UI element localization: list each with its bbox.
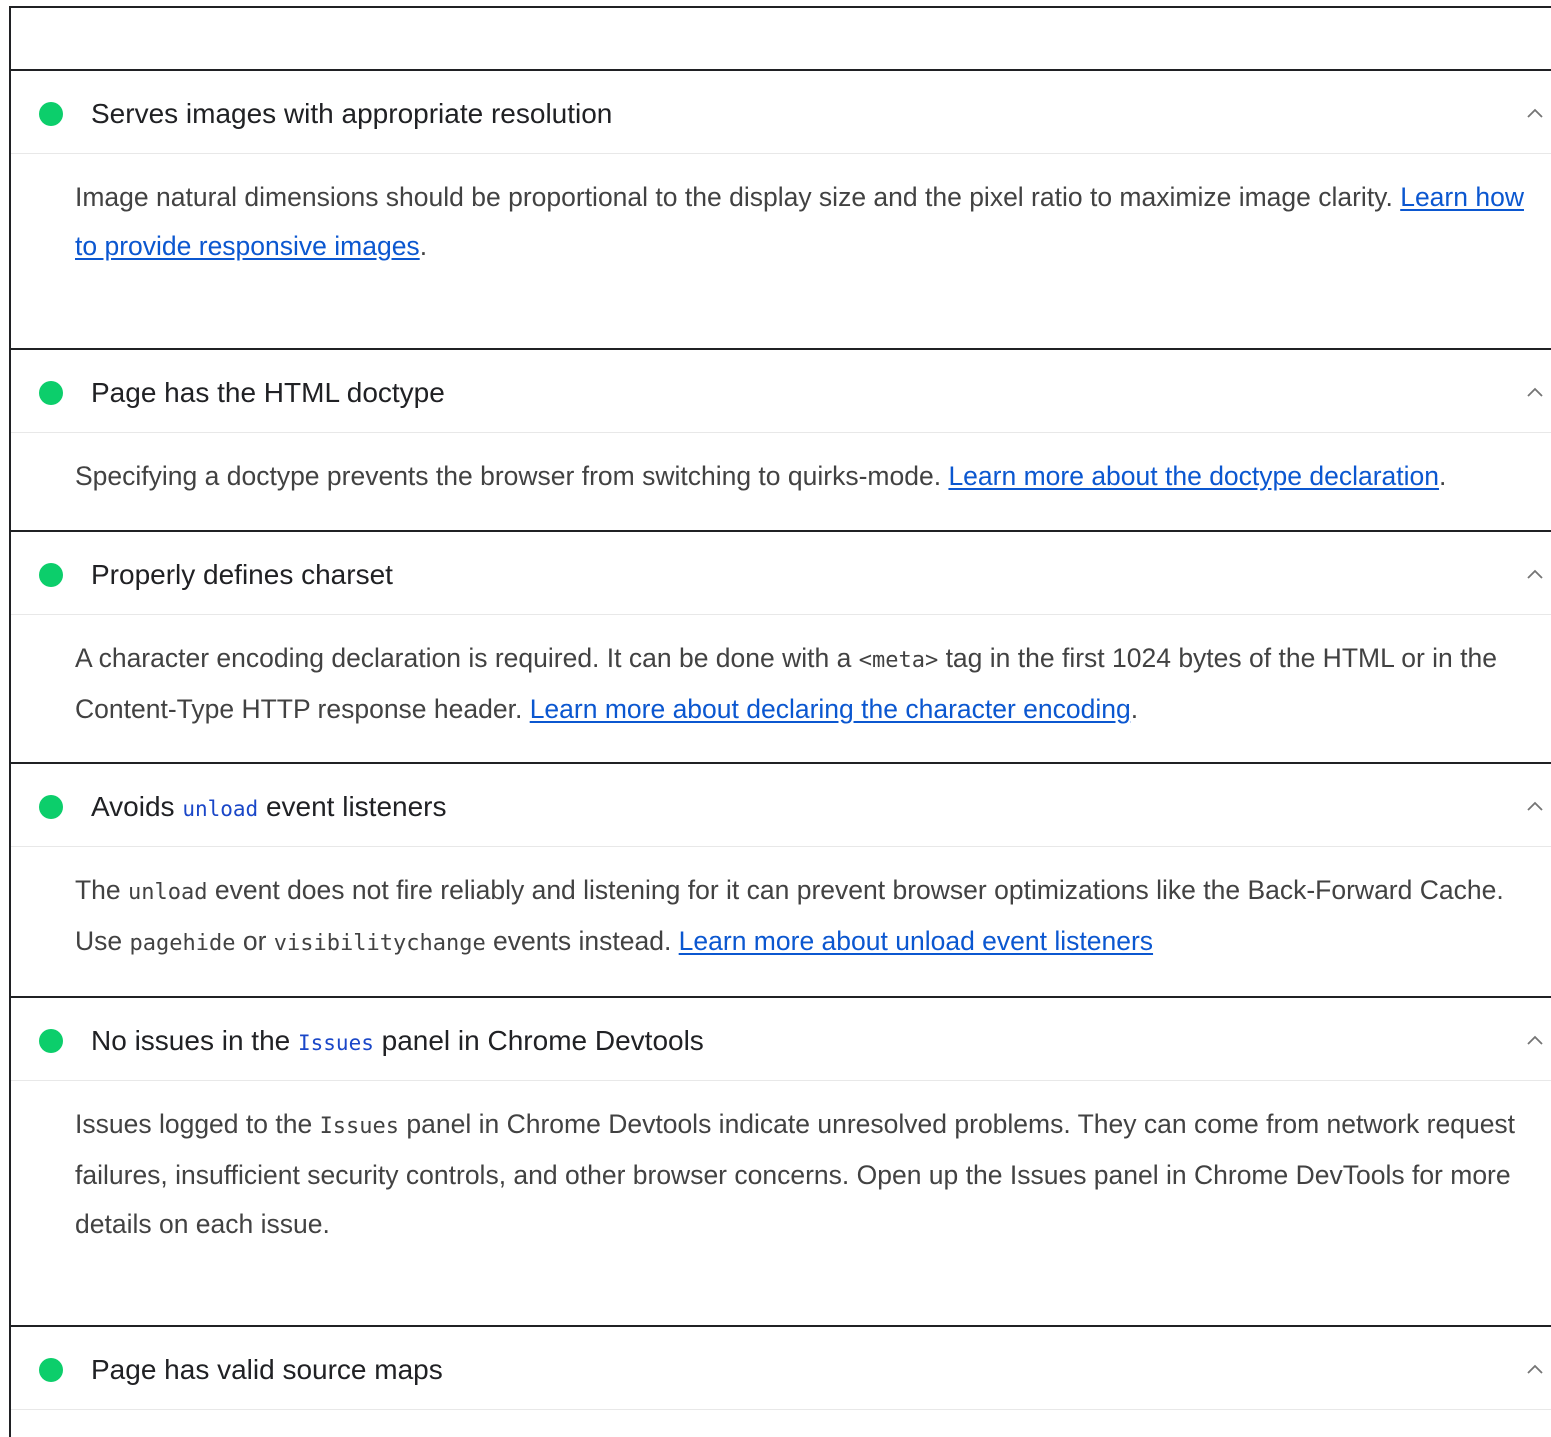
description-text: Specifying a doctype prevents the browse… — [75, 461, 949, 491]
audit-header[interactable]: Page has valid source maps — [11, 1327, 1551, 1409]
audit-avoids-unload-listeners: Avoids unload event listeners The unload… — [11, 762, 1551, 996]
audit-description: A character encoding declaration is requ… — [75, 634, 1545, 734]
description-text: . — [1439, 461, 1447, 491]
audit-serves-images-resolution: Serves images with appropriate resolutio… — [11, 69, 1551, 348]
pass-status-icon — [39, 102, 63, 126]
audit-title: Serves images with appropriate resolutio… — [91, 96, 612, 132]
header-separator — [11, 1080, 1551, 1081]
audit-header[interactable]: Page has the HTML doctype — [11, 350, 1551, 432]
header-separator — [11, 153, 1551, 154]
audit-title-text: Avoids — [91, 791, 183, 822]
audit-title-text: Page has the HTML doctype — [91, 377, 445, 408]
frame-top-border — [9, 6, 1551, 8]
inline-code: pagehide — [129, 931, 236, 956]
pass-status-icon — [39, 795, 63, 819]
audit-description: The unload event does not fire reliably … — [75, 866, 1545, 968]
description-text: . — [419, 231, 428, 261]
learn-more-link[interactable]: Learn more about declaring the character… — [530, 694, 1131, 724]
chevron-up-icon[interactable] — [1525, 1359, 1545, 1379]
audit-header[interactable]: Properly defines charset — [11, 532, 1551, 614]
audit-no-devtools-issues: No issues in the Issues panel in Chrome … — [11, 996, 1551, 1325]
description-text: Image natural dimensions should be propo… — [75, 182, 1401, 212]
audit-title: Page has the HTML doctype — [91, 375, 445, 411]
chevron-up-icon[interactable] — [1525, 796, 1545, 816]
audit-title: Properly defines charset — [91, 557, 393, 593]
inline-code: unload — [128, 880, 208, 905]
audit-title: No issues in the Issues panel in Chrome … — [91, 1023, 704, 1061]
header-separator — [11, 1409, 1551, 1410]
description-text: or — [235, 926, 274, 956]
learn-more-link[interactable]: Learn more about unload event listeners — [679, 926, 1153, 956]
description-text: The — [75, 875, 129, 905]
chevron-up-icon[interactable] — [1525, 1030, 1545, 1050]
chevron-up-icon[interactable] — [1525, 103, 1545, 123]
audit-title-text: Properly defines charset — [91, 559, 393, 590]
audit-description: Issues logged to the Issues panel in Chr… — [75, 1100, 1545, 1249]
chevron-up-icon[interactable] — [1525, 564, 1545, 584]
audit-title-text: event listeners — [258, 791, 447, 822]
audit-header[interactable]: No issues in the Issues panel in Chrome … — [11, 998, 1551, 1080]
audit-header[interactable]: Serves images with appropriate resolutio… — [11, 71, 1551, 153]
inline-code: Issues — [319, 1114, 400, 1139]
audit-title-text: Page has valid source maps — [91, 1354, 443, 1385]
audit-title-text: panel in Chrome Devtools — [373, 1025, 704, 1056]
description-text: A character encoding declaration is requ… — [75, 643, 859, 673]
description-text: Issues logged to the — [75, 1109, 320, 1139]
title-inline-code: Issues — [298, 1031, 374, 1055]
pass-status-icon — [39, 1358, 63, 1382]
pass-status-icon — [39, 381, 63, 405]
audit-description: Specifying a doctype prevents the browse… — [75, 452, 1545, 501]
header-separator — [11, 614, 1551, 615]
inline-code: <meta> — [858, 648, 939, 673]
audit-title-text: Serves images with appropriate resolutio… — [91, 98, 613, 129]
header-separator — [11, 846, 1551, 847]
audit-title-text: No issues in the — [91, 1025, 298, 1056]
audit-title: Page has valid source maps — [91, 1352, 443, 1388]
title-inline-code: unload — [182, 797, 259, 821]
audit-header[interactable]: Avoids unload event listeners — [11, 764, 1551, 846]
description-text: . — [1130, 694, 1139, 724]
audit-title: Avoids unload event listeners — [91, 789, 447, 827]
learn-more-link[interactable]: Learn more about the doctype declaration — [948, 461, 1439, 491]
audit-list-viewport: Serves images with appropriate resolutio… — [0, 0, 1551, 1437]
header-separator — [11, 432, 1551, 433]
chevron-up-icon[interactable] — [1525, 382, 1545, 402]
audit-defines-charset: Properly defines charset A character enc… — [11, 530, 1551, 762]
pass-status-icon — [39, 1029, 63, 1053]
audit-valid-source-maps: Page has valid source maps — [11, 1325, 1551, 1437]
audit-description: Image natural dimensions should be propo… — [75, 173, 1545, 271]
audit-html-doctype: Page has the HTML doctype Specifying a d… — [11, 348, 1551, 530]
pass-status-icon — [39, 563, 63, 587]
inline-code: visibilitychange — [273, 931, 486, 956]
description-text: events instead. — [485, 926, 679, 956]
